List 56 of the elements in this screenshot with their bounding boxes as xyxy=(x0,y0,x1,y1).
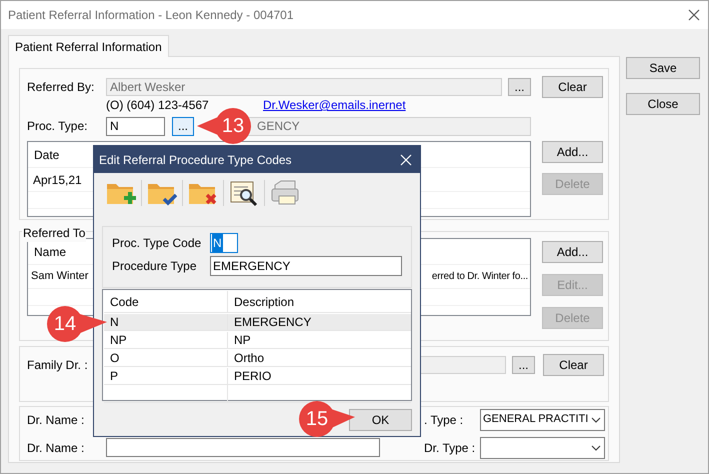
window-title: Patient Referral Information - Leon Kennedy - 004701 xyxy=(8,7,294,24)
table-cell-text: Sam Winter xyxy=(31,269,88,284)
dialog-title: Edit Referral Procedure Type Codes xyxy=(99,152,292,168)
column-header: Code xyxy=(104,291,228,312)
ok-button[interactable]: OK xyxy=(349,409,412,431)
codes-grid[interactable]: Code Description N EMERGENCY NP NP O Ortho P PERIO xyxy=(102,289,412,401)
table-cell: O xyxy=(104,350,228,366)
field-label: . Type : xyxy=(424,412,464,428)
table-cell-text: erred to Dr. Winter fo... xyxy=(432,270,528,284)
table-cell-text: EMERGENCY xyxy=(233,314,312,330)
table-cell: NP xyxy=(104,332,228,348)
field-label: Referred By: xyxy=(27,79,96,96)
field-label: Proc. Type Code xyxy=(112,235,202,252)
field-label: Procedure Type xyxy=(112,258,198,275)
close-button[interactable]: Close xyxy=(626,93,700,115)
add-button[interactable]: Add... xyxy=(542,141,603,163)
email-link[interactable]: Dr.Wesker@emails.inernet xyxy=(263,96,406,114)
tab[interactable]: Patient Referral Information xyxy=(8,35,169,57)
column-header: Name xyxy=(34,244,66,260)
field-label: Dr. Name : xyxy=(27,440,86,456)
table-cell: P xyxy=(104,368,228,384)
printer-icon[interactable] xyxy=(270,179,300,207)
procedure-type-field[interactable]: EMERGENCY xyxy=(210,256,402,276)
dr-name-field[interactable] xyxy=(106,438,380,457)
field-label: Dr. Name : xyxy=(27,412,86,428)
dr-type-dropdown[interactable]: GENERAL PRACTITI xyxy=(480,408,605,430)
table-cell-text: Ortho xyxy=(233,350,266,366)
clear-button[interactable]: Clear xyxy=(542,76,603,98)
close-icon[interactable] xyxy=(688,9,700,21)
dr-type-dropdown[interactable] xyxy=(480,436,605,458)
document-search-icon[interactable] xyxy=(229,179,259,207)
clear-button[interactable]: Clear xyxy=(543,354,604,376)
browse-button[interactable]: ... xyxy=(508,78,531,96)
column-header: Description xyxy=(233,294,296,310)
table-cell-text: NP xyxy=(233,332,252,348)
selected-text: N xyxy=(212,234,223,252)
table-cell-text: Apr15,21 xyxy=(33,172,82,188)
field-label: Dr. Type : xyxy=(424,440,476,456)
browse-button[interactable]: ... xyxy=(172,116,194,136)
grid-row[interactable]: N EMERGENCY xyxy=(104,314,411,331)
column-header: Date xyxy=(34,146,60,164)
referred-by-field[interactable]: Albert Wesker xyxy=(106,78,502,96)
chevron-down-icon xyxy=(591,444,601,450)
proc-type-code-field[interactable]: N xyxy=(106,116,165,136)
save-button[interactable]: Save xyxy=(626,57,700,79)
proc-type-code-field[interactable]: N xyxy=(210,233,238,253)
grid-row[interactable]: P PERIO xyxy=(104,368,411,385)
grid-row[interactable]: O Ortho xyxy=(104,350,411,367)
field-label: Proc. Type: xyxy=(27,118,88,135)
field-label: Family Dr. : xyxy=(27,357,89,374)
browse-button[interactable]: ... xyxy=(512,356,535,374)
table-cell-text: PERIO xyxy=(233,368,272,384)
chevron-down-icon xyxy=(591,416,601,422)
dropdown-value: GENERAL PRACTITI xyxy=(483,412,590,428)
add-button[interactable]: Add... xyxy=(542,241,603,263)
grid-row[interactable]: NP NP xyxy=(104,332,411,349)
